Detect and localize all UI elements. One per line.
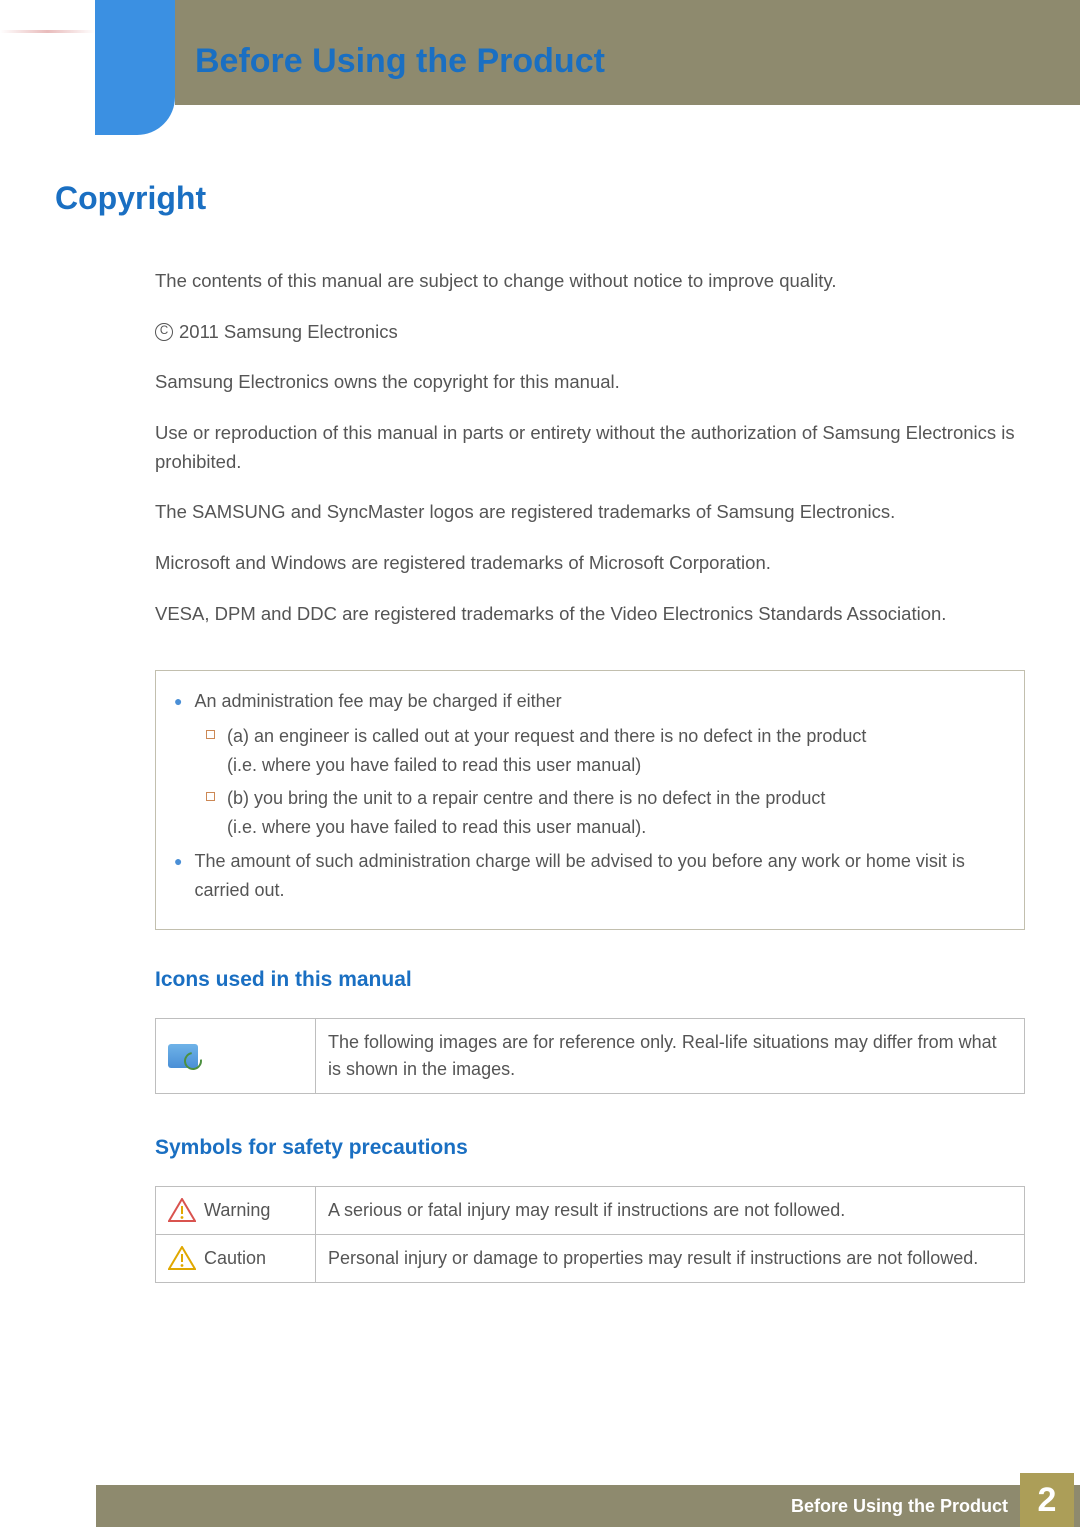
- chapter-tab: [95, 0, 175, 135]
- sub-bullet-text: (a) an engineer is called out at your re…: [227, 722, 866, 780]
- paragraph: The SAMSUNG and SyncMaster logos are reg…: [155, 498, 1025, 527]
- bullet-dot-icon: ●: [174, 850, 182, 905]
- bullet-item: ● The amount of such administration char…: [174, 847, 1006, 905]
- page-number-badge: 2: [1020, 1473, 1074, 1527]
- bullet-text: An administration fee may be charged if …: [194, 687, 561, 716]
- copyright-paragraphs: The contents of this manual are subject …: [155, 267, 1025, 628]
- bullet-text: The amount of such administration charge…: [194, 847, 1006, 905]
- sub-bullet-text: (b) you bring the unit to a repair centr…: [227, 784, 825, 842]
- warning-icon: [168, 1198, 196, 1222]
- footer-chapter-title: Before Using the Product: [791, 1496, 1008, 1517]
- bullet-dot-icon: ●: [174, 690, 182, 716]
- paragraph: Microsoft and Windows are registered tra…: [155, 549, 1025, 578]
- paragraph: Samsung Electronics owns the copyright f…: [155, 368, 1025, 397]
- paragraph: Use or reproduction of this manual in pa…: [155, 419, 1025, 476]
- section-heading-copyright: Copyright: [55, 180, 1025, 217]
- symbol-cell: Warning: [156, 1187, 316, 1234]
- sub-bullet-item: (a) an engineer is called out at your re…: [206, 722, 1006, 780]
- warning-description: A serious or fatal injury may result if …: [316, 1187, 1024, 1234]
- page-footer: Before Using the Product 2: [96, 1485, 1080, 1527]
- table-row: The following images are for reference o…: [156, 1019, 1024, 1093]
- caution-label: Caution: [204, 1248, 266, 1269]
- decorative-strip: [0, 30, 95, 33]
- warning-label: Warning: [204, 1200, 270, 1221]
- caution-icon: [168, 1246, 196, 1270]
- sub-bullet-icon: [206, 730, 215, 739]
- admin-fee-box: ● An administration fee may be charged i…: [155, 670, 1025, 930]
- sub-bullet-item: (b) you bring the unit to a repair centr…: [206, 784, 1006, 842]
- subheading-symbols: Symbols for safety precautions: [155, 1136, 1025, 1160]
- symbols-table: Warning A serious or fatal injury may re…: [155, 1186, 1025, 1283]
- table-row: Warning A serious or fatal injury may re…: [156, 1187, 1024, 1234]
- reference-image-icon: [168, 1044, 198, 1068]
- icon-cell: [156, 1019, 316, 1093]
- caution-description: Personal injury or damage to properties …: [316, 1235, 1024, 1282]
- paragraph: VESA, DPM and DDC are registered tradema…: [155, 600, 1025, 629]
- icons-table: The following images are for reference o…: [155, 1018, 1025, 1094]
- chapter-title: Before Using the Product: [195, 42, 605, 81]
- icon-description: The following images are for reference o…: [316, 1019, 1024, 1093]
- paragraph: The contents of this manual are subject …: [155, 267, 1025, 296]
- symbol-cell: Caution: [156, 1235, 316, 1282]
- page-content: Copyright The contents of this manual ar…: [55, 180, 1025, 1325]
- sub-bullet-icon: [206, 792, 215, 801]
- bullet-item: ● An administration fee may be charged i…: [174, 687, 1006, 716]
- copyright-icon: C: [155, 323, 173, 341]
- subheading-icons: Icons used in this manual: [155, 968, 1025, 992]
- copyright-year-owner: 2011 Samsung Electronics: [179, 318, 398, 347]
- copyright-line: C 2011 Samsung Electronics: [155, 318, 1025, 347]
- table-row: Caution Personal injury or damage to pro…: [156, 1234, 1024, 1282]
